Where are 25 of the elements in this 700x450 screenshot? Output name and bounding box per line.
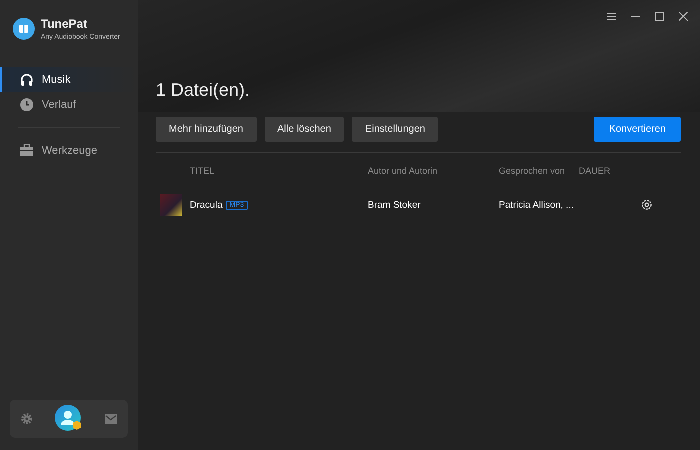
mail-icon[interactable]: [105, 414, 117, 424]
toolbar-button[interactable]: Alle löschen: [264, 117, 344, 142]
maximize-icon[interactable]: [655, 12, 664, 21]
avatar-icon[interactable]: [55, 405, 83, 433]
book-cover-placeholder: [160, 194, 182, 216]
toolbar-button[interactable]: Mehr hinzufügen: [156, 117, 256, 142]
sidebar-item[interactable]: Verlauf: [0, 92, 138, 117]
column-header: TITEL: [190, 166, 216, 176]
convert-button[interactable]: Konvertieren: [594, 117, 681, 142]
table-cell-text: Bram Stoker: [368, 200, 422, 210]
toolbox-icon: [20, 144, 34, 157]
sidebar-item[interactable]: Werkzeuge: [0, 138, 138, 163]
column-header: DAUER: [579, 166, 611, 176]
clock-icon: [20, 98, 34, 112]
toolbar-button[interactable]: Einstellungen: [352, 117, 438, 142]
close-icon[interactable]: [679, 12, 688, 21]
app-name: TunePat: [41, 17, 88, 31]
menu-icon[interactable]: [607, 12, 616, 20]
table-cell-text: Patricia Allison, ...: [499, 200, 575, 210]
column-header: Gesprochen von: [499, 166, 566, 176]
column-header: Autor und Autorin: [368, 166, 439, 176]
file-count-title: 1 Datei(en).: [156, 80, 250, 101]
headphones-icon: [20, 72, 34, 86]
app-logo-icon: [13, 18, 35, 40]
table-cell: Dracula: [190, 200, 223, 210]
